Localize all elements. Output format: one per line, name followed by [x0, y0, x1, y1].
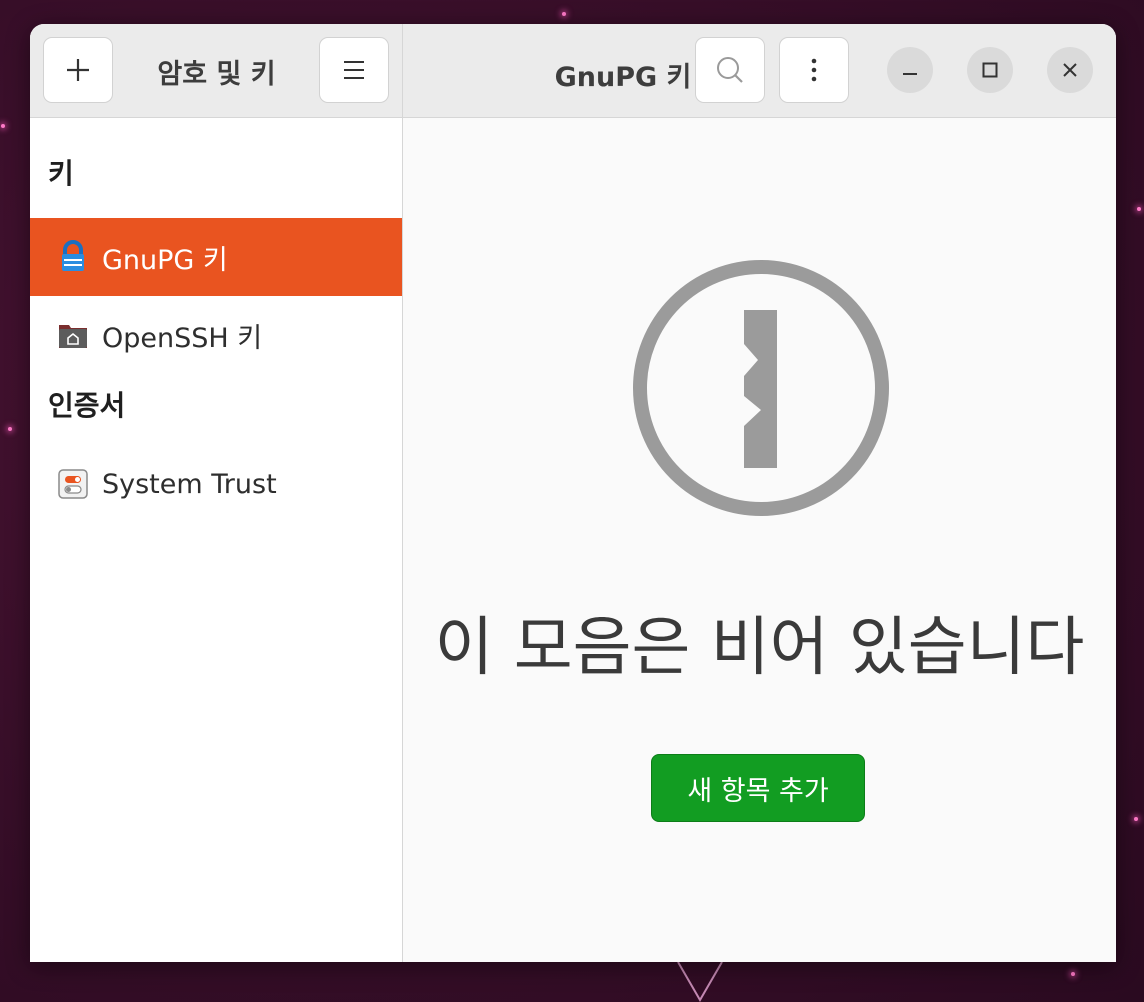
main-menu-button[interactable] [319, 37, 389, 103]
minimize-button[interactable] [887, 47, 933, 93]
sidebar: 키 GnuPG 키 OpenSSH 키 인증서 System Trust [30, 118, 403, 962]
wallpaper-star [1134, 817, 1138, 821]
maximize-icon [982, 62, 998, 78]
maximize-button[interactable] [967, 47, 1013, 93]
gnupg-icon [58, 240, 88, 274]
sidebar-item-gnupg[interactable]: GnuPG 키 [30, 218, 402, 296]
more-options-button[interactable] [779, 37, 849, 103]
sidebar-item-system-trust[interactable]: System Trust [30, 445, 402, 523]
add-new-item-button[interactable]: 새 항목 추가 [651, 754, 865, 822]
app-window: 암호 및 키 GnuPG 키 키 GnuPG 키 OpenSSH 키 인증서 S… [30, 24, 1116, 962]
close-button[interactable] [1047, 47, 1093, 93]
empty-state-message: 이 모음은 비어 있습니다 [434, 611, 1085, 685]
page-title: GnuPG 키 [554, 62, 692, 93]
key-circle-icon [633, 260, 889, 516]
sidebar-headerbar: 암호 및 키 [30, 24, 403, 118]
wallpaper-star [562, 12, 566, 16]
system-trust-icon [58, 467, 88, 501]
add-button[interactable] [43, 37, 113, 103]
wallpaper-beam [677, 962, 723, 1002]
main-content: 이 모음은 비어 있습니다 새 항목 추가 [403, 118, 1116, 962]
hamburger-icon [344, 61, 364, 79]
sidebar-item-openssh[interactable]: OpenSSH 키 [30, 296, 402, 374]
sidebar-item-label: OpenSSH 키 [102, 322, 263, 354]
close-icon [1063, 63, 1077, 77]
wallpaper-star [1, 124, 5, 128]
search-icon [717, 57, 743, 83]
plus-icon [67, 59, 89, 81]
section-title-certificates: 인증서 [48, 389, 126, 422]
main-headerbar: GnuPG 키 [403, 24, 1116, 118]
sidebar-item-label: System Trust [102, 468, 277, 500]
openssh-folder-icon [58, 318, 88, 352]
search-button[interactable] [695, 37, 765, 103]
vertical-ellipsis-icon [811, 58, 817, 82]
sidebar-item-label: GnuPG 키 [102, 244, 228, 276]
wallpaper-star [1137, 207, 1141, 211]
section-title-keys: 키 [48, 157, 74, 190]
minimize-icon [903, 73, 917, 75]
wallpaper-star [1071, 972, 1075, 976]
sidebar-title: 암호 및 키 [157, 59, 276, 90]
wallpaper-star [8, 427, 12, 431]
